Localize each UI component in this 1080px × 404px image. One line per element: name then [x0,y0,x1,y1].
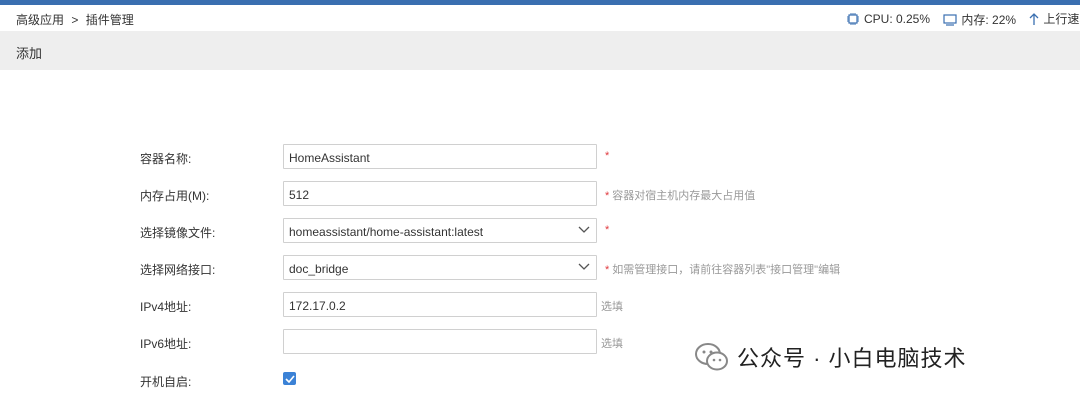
memory-stat: 内存: 22% [943,11,1016,28]
ipv6-optional-hint: 选填 [601,338,623,350]
network-hint: * 如需管理接口，请前往容器列表"接口管理"编辑 [605,264,841,276]
name-input[interactable]: HomeAssistant [283,144,597,169]
memory-icon [943,13,957,26]
form-row-network: 选择网络接口: doc_bridge * 如需管理接口，请前往容器列表"接口管理"… [0,255,1080,281]
watermark-text: 公众号 · 小白电脑技术 [737,346,967,371]
watermark: 公众号 · 小白电脑技术 [695,341,967,373]
form-row-image: 选择镜像文件: homeassistant/home-assistant:lat… [0,218,1080,244]
section-header: 添加 [0,31,1080,70]
upload-stat-text: 上行速率 [1043,12,1080,26]
breadcrumb-parent[interactable]: 高级应用 [16,13,64,27]
autostart-label: 开机自启: [140,375,192,389]
upload-stat: 上行速率 [1029,10,1080,27]
network-select-value: doc_bridge [289,262,349,276]
breadcrumb: 高级应用 > 插件管理 [16,11,138,28]
image-required: * [605,224,610,236]
cpu-icon [847,12,859,25]
upload-arrow-icon [1029,12,1039,25]
breadcrumb-current: 插件管理 [85,13,134,27]
ipv4-label: IPv4地址: [140,300,192,314]
system-stats: CPU: 0.25% 内存: 22% 上行速率 [846,10,1080,29]
memory-hint: * 容器对宿主机内存最大占用值 [605,190,756,202]
memory-label: 内存占用(M): [140,189,210,203]
memory-input[interactable]: 512 [283,181,597,206]
ipv6-label: IPv6地址: [140,337,192,351]
form-row-memory: 内存占用(M): 512 * 容器对宿主机内存最大占用值 [0,181,1080,207]
memory-stat-text: 内存: 22% [961,13,1017,27]
cpu-stat: CPU: 0.25% [846,12,930,26]
ipv4-input[interactable]: 172.17.0.2 [283,292,597,317]
cpu-stat-text: CPU: 0.25% [864,11,931,26]
ipv6-input[interactable] [283,329,597,354]
image-label: 选择镜像文件: [140,226,216,240]
ipv4-optional-hint: 选填 [601,301,623,313]
autostart-checkbox[interactable] [283,372,296,385]
form-row-ipv4: IPv4地址: 172.17.0.2 选填 [0,292,1080,318]
chevron-down-icon [578,226,590,233]
image-select-value: homeassistant/home-assistant:latest [289,225,484,239]
section-title: 添加 [16,46,43,61]
network-select[interactable]: doc_bridge [283,255,597,280]
checkmark-icon [284,374,295,383]
name-required: * [605,150,610,162]
breadcrumb-separator: > [71,13,79,27]
header-bar: 高级应用 > 插件管理 CPU: 0.25% 内存: 22% 上行速率 [0,5,1080,31]
chevron-down-icon [578,263,590,270]
name-label: 容器名称: [140,152,192,166]
network-label: 选择网络接口: [140,263,216,277]
form-row-name: 容器名称: HomeAssistant * [0,144,1080,170]
wechat-icon [695,343,728,371]
image-select[interactable]: homeassistant/home-assistant:latest [283,218,597,243]
